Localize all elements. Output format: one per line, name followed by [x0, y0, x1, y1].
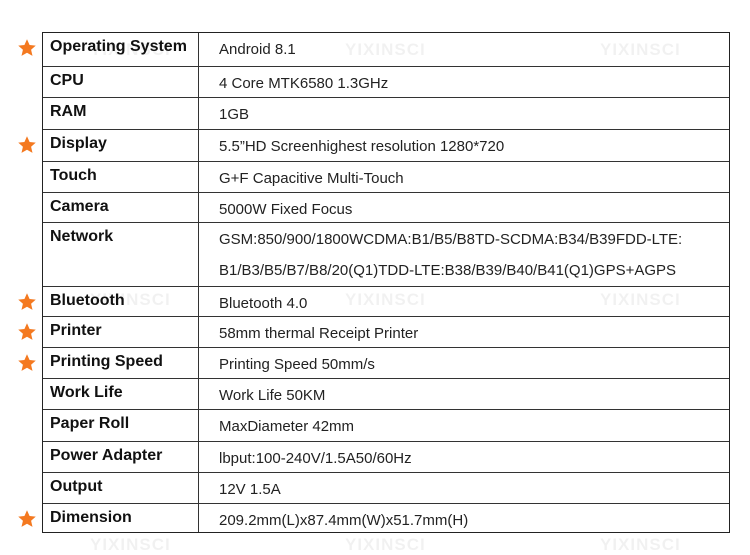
- spec-label: Power Adapter: [43, 442, 199, 472]
- spec-row: Network GSM:850/900/1800WCDMA:B1/B5/B8TD-…: [43, 222, 729, 286]
- spec-label: Operating System: [43, 33, 199, 66]
- spec-label: Camera: [43, 193, 199, 222]
- spec-label: CPU: [43, 67, 199, 97]
- spec-label: Printer: [43, 317, 199, 347]
- spec-label: Output: [43, 473, 199, 503]
- spec-value: 209.2mm(L)x87.4mm(W)x51.7mm(H): [219, 512, 469, 529]
- watermark-text: YIXINSCI: [600, 535, 681, 554]
- spec-value: GSM:850/900/1800WCDMA:B1/B5/B8TD-SCDMA:B…: [219, 231, 683, 279]
- spec-row: Dimension 209.2mm(L)x87.4mm(W)x51.7mm(H): [18, 503, 729, 532]
- spec-label: Display: [43, 130, 199, 161]
- star-icon: [18, 323, 36, 340]
- spec-label: Dimension: [43, 504, 199, 532]
- spec-table: Operating System Android 8.1 CPU 4 Core MTK…: [18, 32, 730, 533]
- watermark-text: YIXINSCI: [90, 535, 171, 554]
- spec-label: Paper Roll: [43, 410, 199, 441]
- spec-label: Bluetooth: [43, 287, 199, 316]
- spec-label: Touch: [43, 162, 199, 192]
- spec-label: Network: [43, 223, 199, 286]
- star-icon: [18, 354, 36, 371]
- star-icon: [18, 293, 36, 310]
- star-icon: [18, 136, 36, 153]
- star-icon: [18, 39, 36, 56]
- spec-label: Printing Speed: [43, 348, 199, 378]
- spec-label: RAM: [43, 98, 199, 129]
- watermark-text: YIXINSCI: [345, 535, 426, 554]
- spec-label: Work Life: [43, 379, 199, 409]
- star-icon: [18, 510, 36, 527]
